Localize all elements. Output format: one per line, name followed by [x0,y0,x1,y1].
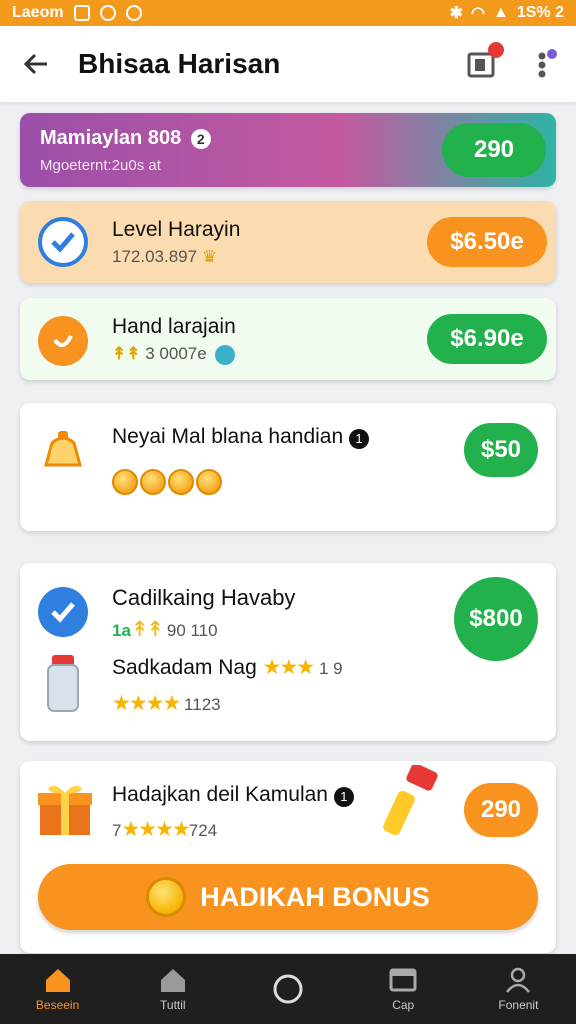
signal-icon: ▲ [493,4,509,21]
bonus-button[interactable]: HADIKAH BONUS [38,864,538,930]
bottom-nav: Beseein Tuttil Cap Fonenit [0,954,576,1024]
info-icon: 1 [333,787,354,807]
level-card[interactable]: Level Harayin 172.03.897 ♛ $6.50e [20,201,556,283]
card-subtitle: 172.03.897 ♛ [112,247,218,266]
back-arrow-icon [23,53,47,75]
hand-card[interactable]: Hand larajain ↟↟ 3 0007e $6.90e [20,298,556,380]
nav-center[interactable] [230,954,345,1024]
inbox-button[interactable] [466,42,504,80]
rank-icon: ↟↟ [130,618,164,641]
value-pill[interactable]: $800 [454,577,538,661]
circle-icon [273,974,303,1004]
rating-row: 7★★★★724 [112,818,218,841]
more-icon [538,49,557,78]
card-title: Level Harayin [112,218,241,241]
check-badge-icon [38,587,88,637]
notification-icon [99,5,116,21]
hammer-icon [382,763,446,839]
value-pill[interactable]: 290 [464,783,538,837]
leaf-icon [215,344,236,365]
gallery-icon [73,5,90,21]
nav-cap[interactable]: Cap [346,954,461,1024]
battery-label: 1S% 2 [516,4,564,21]
card-title: Neyai Mal blana handian 1 [112,425,369,449]
pudding-icon [38,425,88,475]
balance-card[interactable]: Mamiaylan 808 2 Mgoeternt:2u0s at 290 [20,113,556,187]
card-subtitle: 1a↟↟ 90 110 [112,618,218,641]
gift-icon [36,781,94,837]
bonus-label: HADIKAH BONUS [200,881,430,912]
carrier-label: Laeom [12,4,64,21]
value-pill[interactable]: $6.90e [427,314,547,364]
info-icon: 1 [349,429,369,449]
page-title: Bhisaa Harisan [78,48,281,79]
double-card[interactable]: Cadilkaing Havaby 1a↟↟ 90 110 Sadkadam N… [20,563,556,741]
home-icon [45,969,70,992]
check-badge-icon [38,217,88,267]
value-pill[interactable]: $6.50e [427,217,547,267]
card-subtitle: ↟↟ 3 0007e [112,344,236,365]
bottle-icon [38,651,88,715]
status-bar: Laeom ✱ ◠ ▲ 1S% 2 [0,0,576,26]
coin-stack-icon [146,877,187,917]
card-title: Mamiaylan 808 2 [40,127,211,150]
rating-stars: ★★★★ [112,692,181,715]
reward-card[interactable]: Neyai Mal blana handian 1 $50 [20,403,556,531]
coin-icon [140,469,166,495]
coin-icon [112,469,138,495]
more-options-button[interactable] [534,48,558,80]
back-button[interactable] [18,46,54,82]
wifi-icon: ◠ [471,5,486,22]
value-pill[interactable]: $50 [464,423,538,477]
card-title: Hand larajain [112,315,236,338]
notification-dot [488,42,504,58]
nav-home[interactable]: Beseein [0,954,115,1024]
app-bar: Bhisaa Harisan [0,26,576,102]
card-title: Hadajkan deil Kamulan 1 [112,783,354,807]
rating-stars: ★★★ [262,656,316,679]
store-icon [160,969,185,992]
person-icon [506,967,531,993]
nav-store[interactable]: Tuttil [115,954,230,1024]
info-icon: 2 [190,129,211,149]
card-title-secondary: Sadkadam Nag ★★★ 1 9 [112,656,343,679]
rank-icon: ↟↟ [112,344,141,363]
trophy-icon: ♛ [201,247,218,266]
bluetooth-icon: ✱ [449,5,464,22]
coin-row [112,469,224,495]
card-title: Cadilkaing Havaby [112,585,296,610]
nav-profile[interactable]: Fonenit [461,954,576,1024]
coin-icon [168,469,194,495]
app-icon [125,5,142,21]
card-subtitle: Mgoeternt:2u0s at [40,157,161,174]
smile-icon [38,316,88,366]
window-icon [389,968,417,992]
value-pill[interactable]: 290 [442,123,546,177]
coin-icon [196,469,222,495]
rating-stars: ★★★★ [121,818,190,841]
rating-row: ★★★★ 1123 [112,692,221,715]
